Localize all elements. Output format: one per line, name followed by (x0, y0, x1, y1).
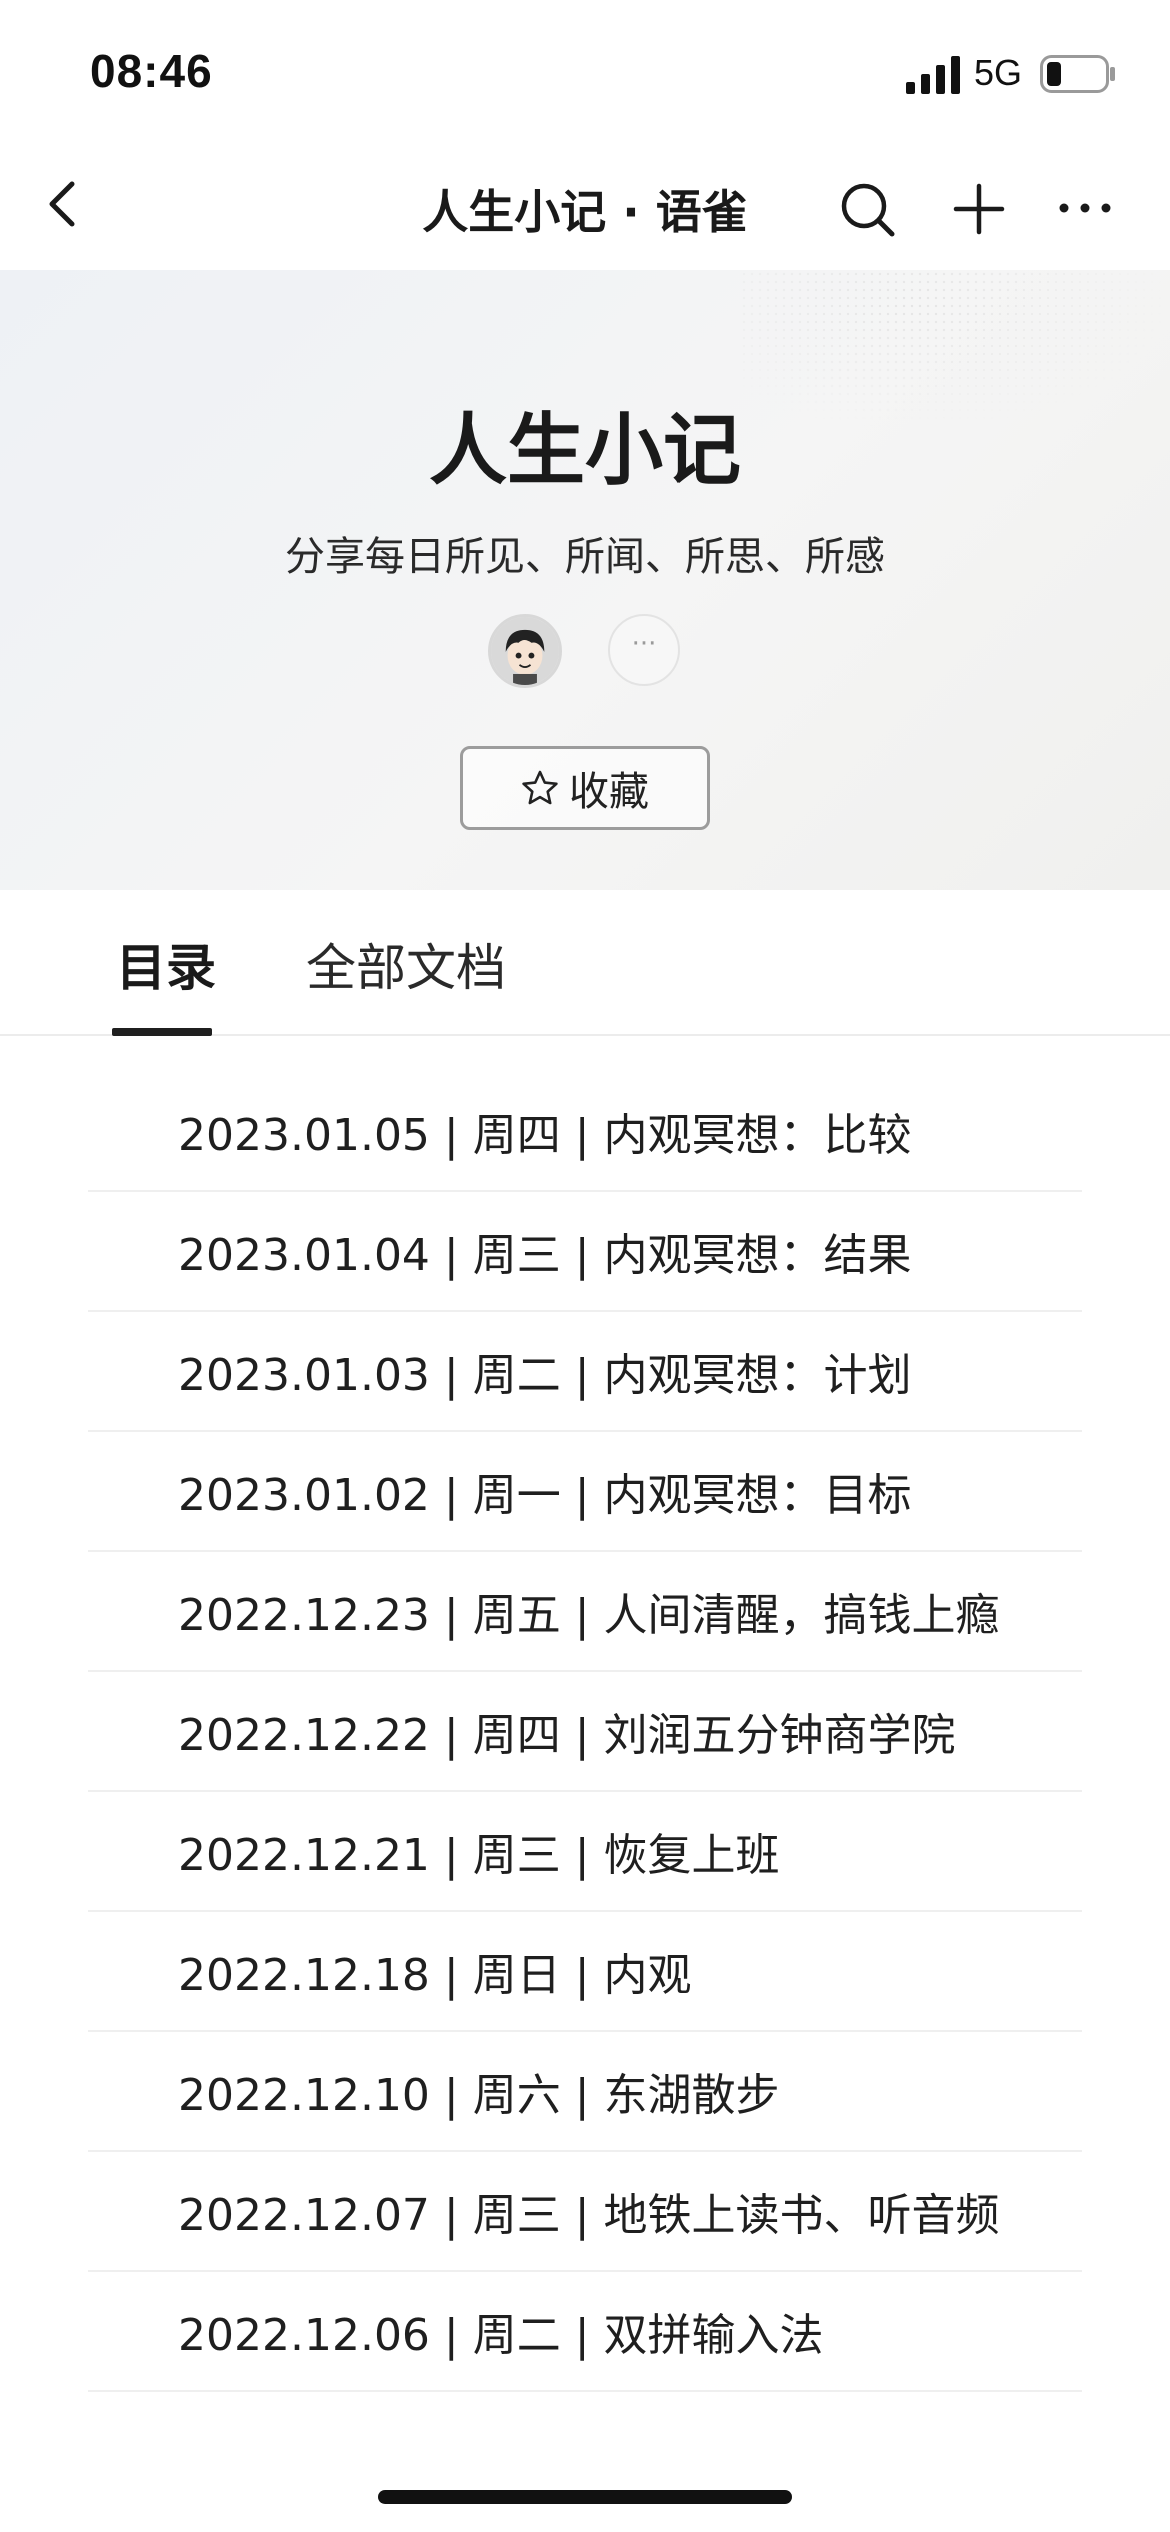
status-bar: 08:46 5G (0, 0, 1170, 140)
tab-all-documents[interactable]: 全部文档 (306, 928, 506, 1000)
tab-bar: 目录 全部文档 (0, 890, 1170, 1036)
network-label: 5G (974, 52, 1023, 93)
list-item[interactable]: 2023.01.02 | 周一 | 内观冥想：目标 (88, 1432, 1082, 1552)
tab-toc[interactable]: 目录 (116, 928, 216, 1000)
avatar[interactable] (488, 614, 562, 688)
list-item[interactable]: 2022.12.07 | 周三 | 地铁上读书、听音频 (88, 2152, 1082, 2272)
avatar-cartoon-icon (491, 617, 559, 685)
active-tab-indicator (112, 1028, 212, 1036)
list-item[interactable]: 2023.01.05 | 周四 | 内观冥想：比较 (88, 1072, 1082, 1192)
navigation-bar: 人生小记 · 语雀 (0, 140, 1170, 270)
list-item[interactable]: 2022.12.06 | 周二 | 双拼输入法 (88, 2272, 1082, 2392)
list-item[interactable]: 2022.12.10 | 周六 | 东湖散步 (88, 2032, 1082, 2152)
list-item[interactable]: 2023.01.03 | 周二 | 内观冥想：计划 (88, 1312, 1082, 1432)
book-description: 分享每日所见、所闻、所思、所感 (285, 534, 885, 580)
list-item[interactable]: 2022.12.22 | 周四 | 刘润五分钟商学院 (88, 1672, 1082, 1792)
collect-button[interactable]: 收藏 (460, 746, 710, 830)
battery-icon (1040, 55, 1115, 93)
back-icon[interactable] (40, 172, 88, 236)
search-icon[interactable] (838, 180, 896, 238)
page-title: 人生小记 · 语雀 (422, 185, 748, 239)
battery-fill (1047, 62, 1061, 86)
more-members-button[interactable]: ··· (608, 614, 680, 686)
status-time: 08:46 (90, 45, 213, 97)
book-title: 人生小记 (428, 406, 741, 496)
list-item[interactable]: 2023.01.04 | 周三 | 内观冥想：结果 (88, 1192, 1082, 1312)
home-indicator[interactable] (378, 2490, 792, 2504)
add-icon[interactable] (952, 182, 1006, 236)
star-icon (522, 770, 558, 805)
document-list: 2023.01.05 | 周四 | 内观冥想：比较 2023.01.04 | 周… (88, 1072, 1082, 2392)
more-icon[interactable] (1058, 196, 1112, 220)
list-item[interactable]: 2022.12.21 | 周三 | 恢复上班 (88, 1792, 1082, 1912)
book-header: 人生小记 分享每日所见、所闻、所思、所感 ··· 收藏 (0, 270, 1170, 890)
list-item[interactable]: 2022.12.18 | 周日 | 内观 (88, 1912, 1082, 2032)
signal-icon (906, 56, 960, 94)
collect-label: 收藏 (569, 769, 649, 815)
list-item[interactable]: 2022.12.23 | 周五 | 人间清醒，搞钱上瘾 (88, 1552, 1082, 1672)
